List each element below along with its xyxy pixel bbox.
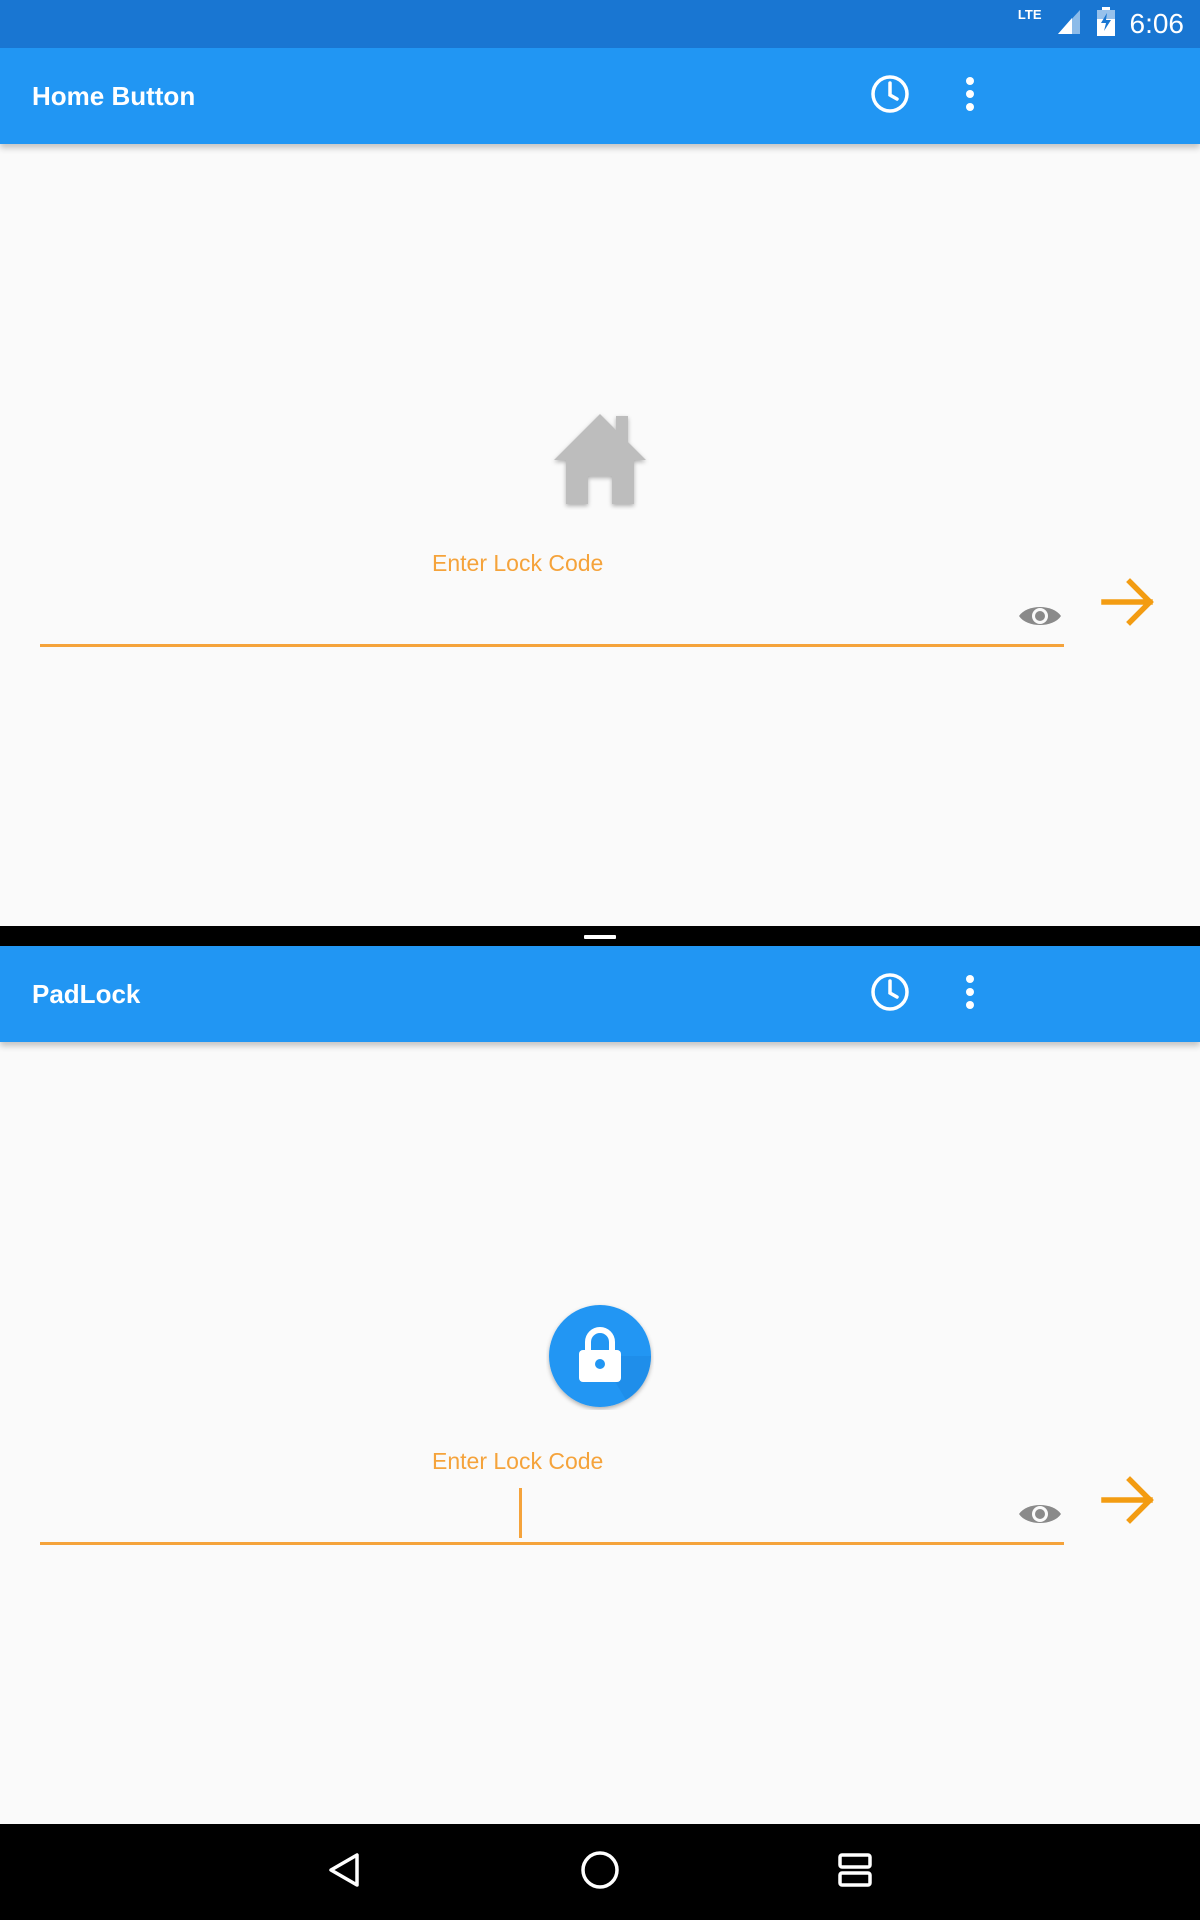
app-title: Home Button bbox=[32, 81, 196, 111]
input-underline bbox=[40, 1542, 1064, 1545]
back-icon bbox=[325, 1850, 365, 1895]
submit-button[interactable] bbox=[1096, 572, 1160, 636]
lock-code-label: Enter Lock Code bbox=[432, 1448, 604, 1474]
eye-icon bbox=[1017, 1499, 1063, 1534]
padlock-window: PadLock Enter Lock Code bbox=[0, 946, 1200, 1824]
app-bar: Home Button bbox=[0, 48, 1200, 144]
app-title: PadLock bbox=[32, 979, 141, 1009]
home-icon bbox=[546, 404, 654, 512]
more-vert-icon bbox=[964, 76, 976, 117]
home-circle-icon bbox=[579, 1849, 621, 1896]
app-bar: PadLock bbox=[0, 946, 1200, 1042]
overflow-menu-button[interactable] bbox=[940, 66, 1000, 126]
lock-code-input[interactable] bbox=[40, 588, 1000, 644]
overflow-menu-button[interactable] bbox=[940, 964, 1000, 1024]
history-icon bbox=[868, 72, 912, 121]
signal-icon bbox=[1056, 8, 1082, 41]
home-button[interactable] bbox=[570, 1842, 630, 1902]
input-underline bbox=[40, 644, 1064, 647]
recents-icon bbox=[835, 1850, 875, 1895]
history-button[interactable] bbox=[860, 66, 920, 126]
back-button[interactable] bbox=[315, 1842, 375, 1902]
split-screen-divider[interactable] bbox=[0, 926, 1200, 946]
status-icons: LTE 6:06 bbox=[1018, 0, 1184, 48]
text-cursor bbox=[519, 1488, 522, 1538]
history-button[interactable] bbox=[860, 964, 920, 1024]
arrow-forward-icon bbox=[1100, 1475, 1156, 1530]
status-bar: LTE 6:06 bbox=[0, 0, 1200, 48]
toggle-visibility-button[interactable] bbox=[1014, 1490, 1066, 1542]
recents-button[interactable] bbox=[825, 1842, 885, 1902]
network-type: LTE bbox=[1017, 6, 1042, 22]
toggle-visibility-button[interactable] bbox=[1014, 592, 1066, 644]
clock-time: 6:06 bbox=[1129, 8, 1185, 39]
divider-handle[interactable] bbox=[584, 935, 616, 939]
lock-code-label: Enter Lock Code bbox=[432, 550, 604, 576]
history-icon bbox=[868, 970, 912, 1019]
submit-button[interactable] bbox=[1096, 1470, 1160, 1534]
navigation-bar bbox=[0, 1824, 1200, 1920]
eye-icon bbox=[1017, 601, 1063, 636]
padlock-icon bbox=[546, 1302, 654, 1410]
more-vert-icon bbox=[964, 974, 976, 1015]
arrow-forward-icon bbox=[1100, 577, 1156, 632]
battery-icon bbox=[1096, 6, 1116, 42]
home-button-window: Home Button Enter Lock Code bbox=[0, 48, 1200, 926]
